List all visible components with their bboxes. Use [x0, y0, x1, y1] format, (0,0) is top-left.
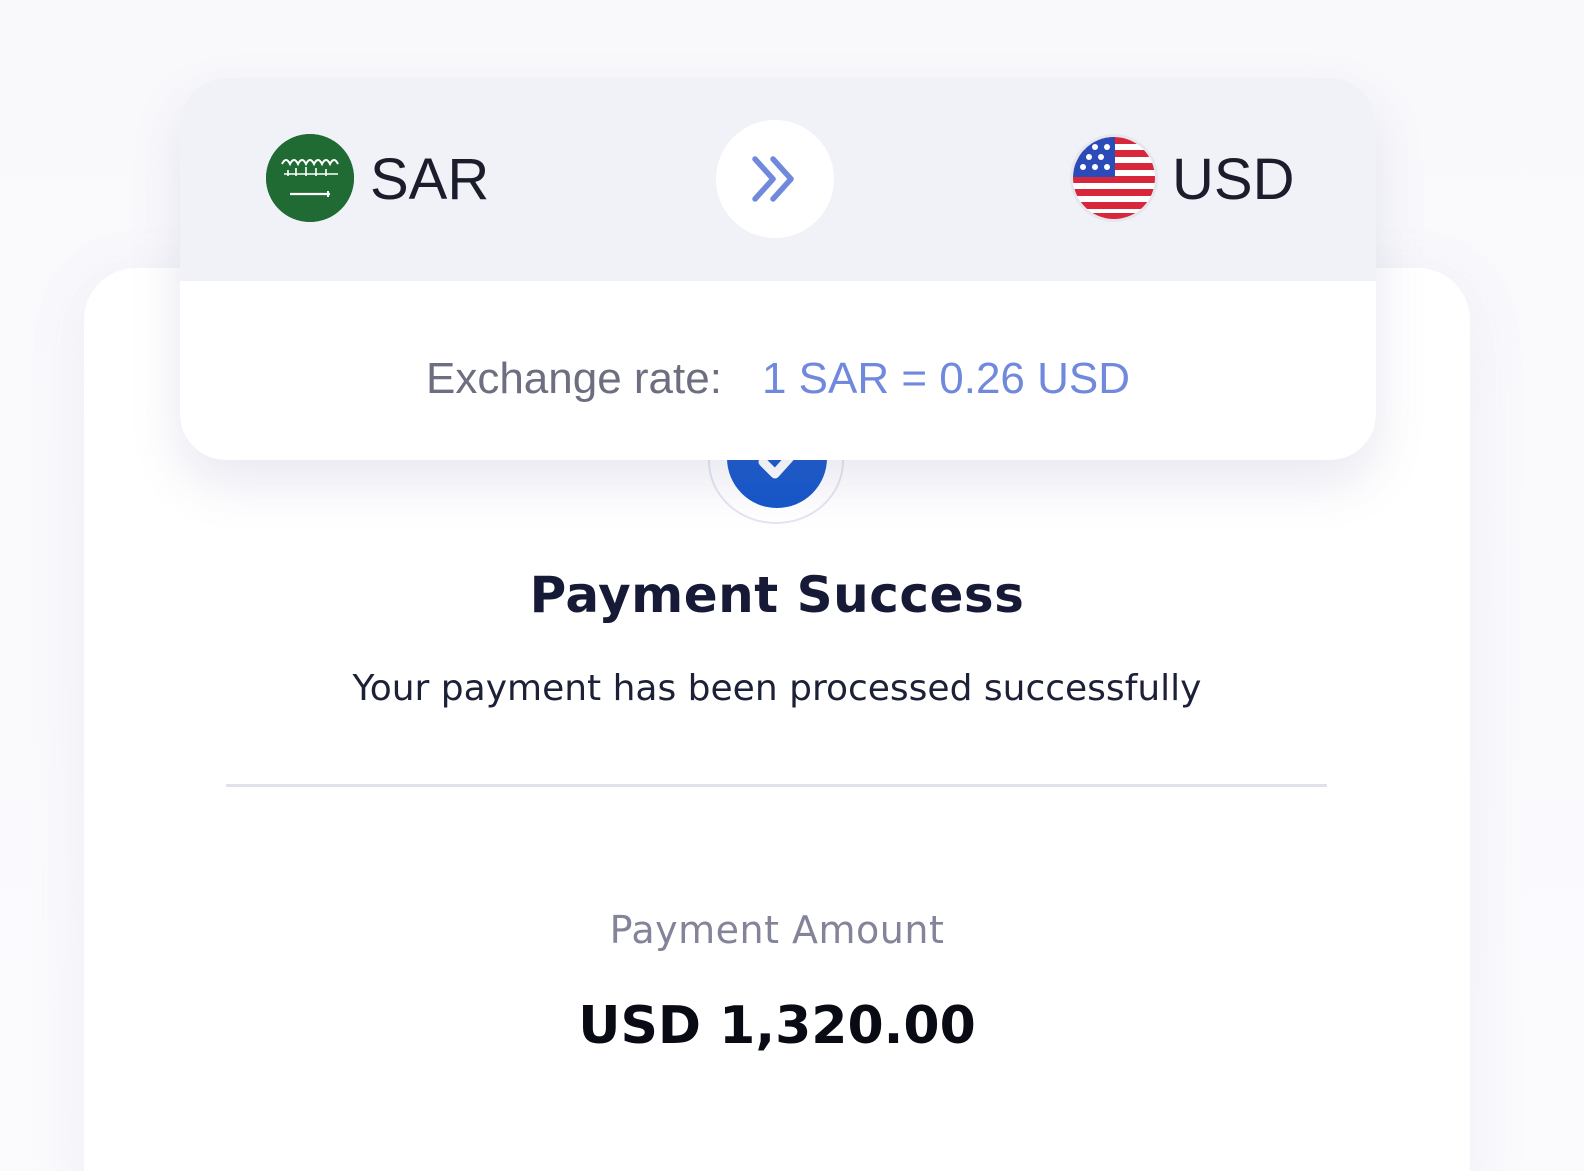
exchange-card: SAR USD Exchange rate: 1 SAR = 0.26 USD — [180, 78, 1376, 460]
page-title: Payment Success — [529, 566, 1025, 624]
exchange-rate-value: 1 SAR = 0.26 USD — [761, 354, 1131, 403]
to-currency-code[interactable]: USD — [1172, 146, 1294, 213]
united-states-flag-icon — [1070, 134, 1158, 222]
payment-amount-label: Payment Amount — [609, 908, 945, 952]
exchange-rate-label: Exchange rate: — [425, 354, 722, 403]
currency-pair-row: SAR USD — [180, 78, 1376, 281]
double-chevron-right-icon — [752, 156, 794, 202]
divider — [226, 784, 1327, 787]
saudi-arabia-flag-icon — [266, 134, 354, 222]
exchange-rate-row: Exchange rate: 1 SAR = 0.26 USD — [180, 354, 1376, 404]
payment-success-screen: Payment Success Your payment has been pr… — [0, 0, 1584, 1171]
success-message: Your payment has been processed successf… — [352, 668, 1202, 709]
payment-amount-value: USD 1,320.00 — [578, 996, 976, 1056]
from-currency-code[interactable]: SAR — [370, 146, 489, 213]
swap-currency-button[interactable] — [716, 120, 834, 238]
